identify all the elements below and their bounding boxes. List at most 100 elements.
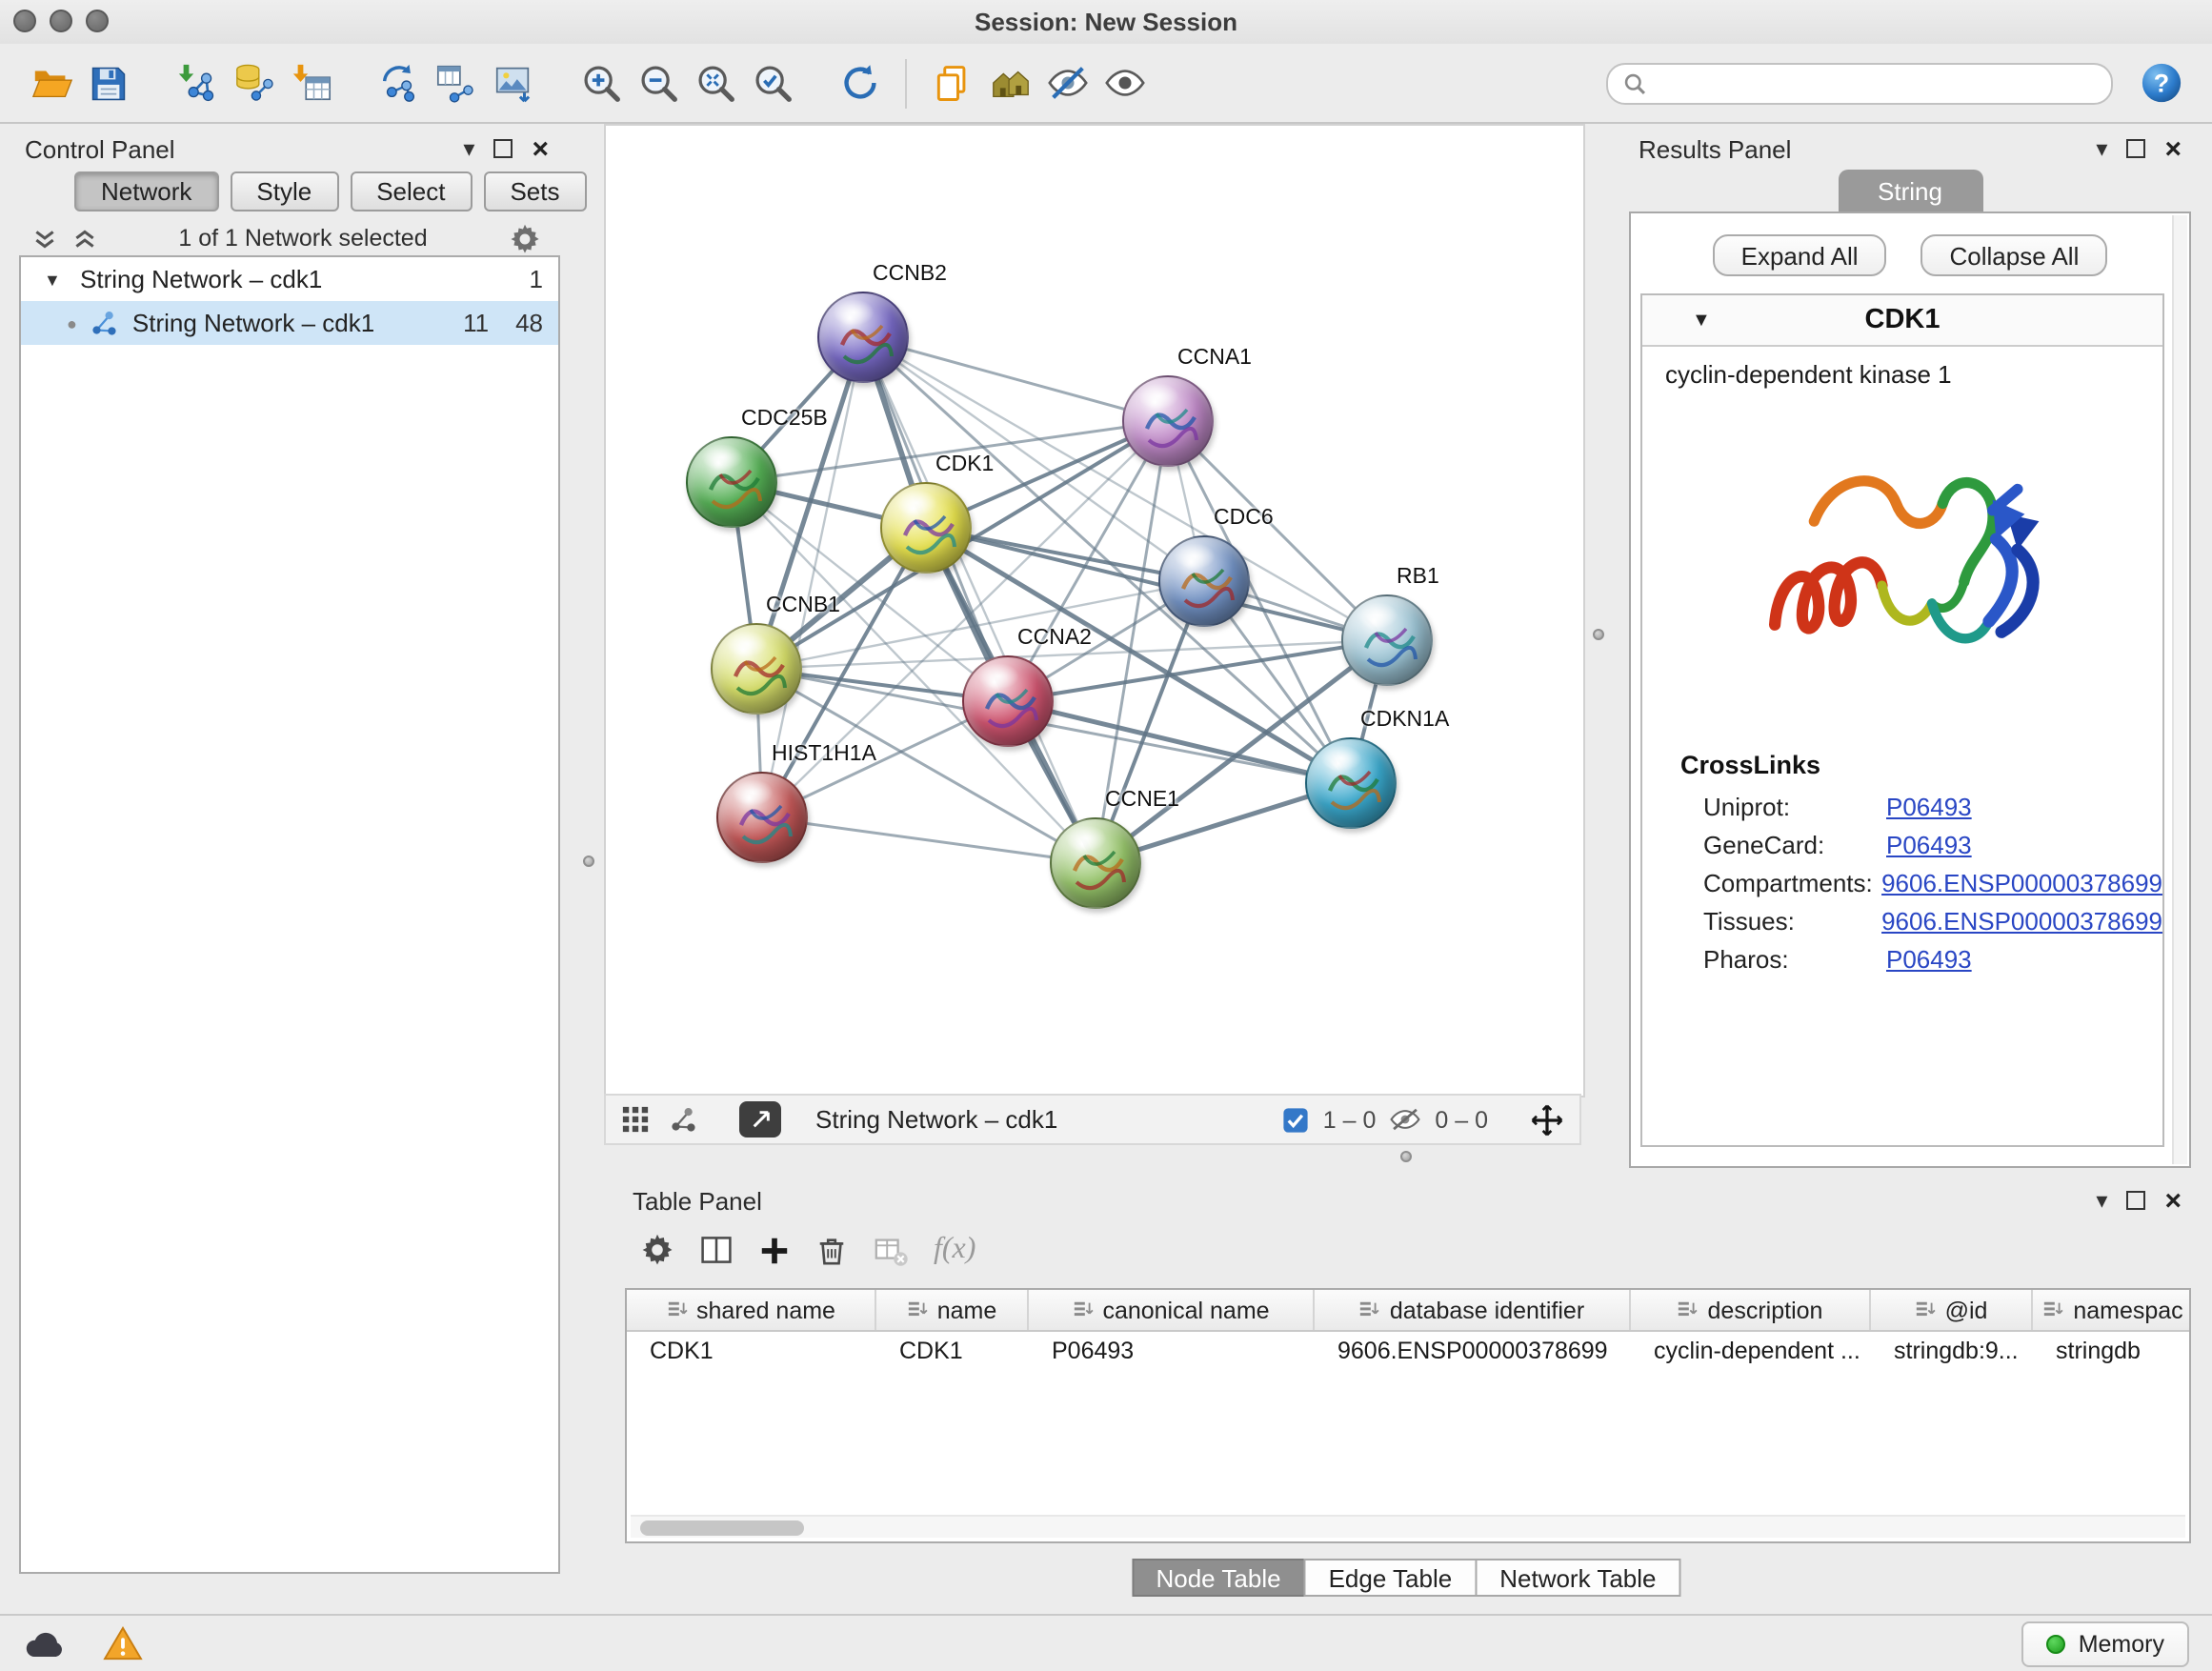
warning-status-icon[interactable] — [103, 1625, 143, 1661]
zoom-in-icon[interactable] — [572, 54, 629, 111]
network-node-ccna2[interactable] — [962, 655, 1054, 747]
cell-description[interactable]: cyclin-dependent ... — [1631, 1332, 1871, 1370]
panel-float-icon[interactable] — [2126, 1191, 2145, 1210]
network-node-ccnb2[interactable] — [817, 292, 909, 383]
column-header-namespace[interactable]: namespac — [2033, 1290, 2191, 1330]
open-session-icon[interactable] — [23, 54, 80, 111]
expand-all-button[interactable]: Expand All — [1713, 234, 1887, 276]
network-options-gear-icon[interactable] — [509, 222, 541, 254]
tab-network-table[interactable]: Network Table — [1475, 1559, 1680, 1597]
refresh-layout-icon[interactable] — [831, 54, 888, 111]
cell-shared-name[interactable]: CDK1 — [627, 1332, 876, 1370]
cell-namespace[interactable]: stringdb — [2033, 1332, 2191, 1370]
column-header-name[interactable]: name — [876, 1290, 1029, 1330]
tree-expanded-icon[interactable]: ▼ — [44, 270, 67, 289]
zoom-selected-icon[interactable] — [743, 54, 800, 111]
crosslink-uniprot-link[interactable]: P06493 — [1886, 792, 1972, 820]
network-node-ccne1[interactable] — [1050, 817, 1141, 909]
tab-string[interactable]: String — [1838, 170, 1982, 211]
crosslink-tissues-link[interactable]: 9606.ENSP00000378699 — [1881, 906, 2162, 935]
panel-close-icon[interactable]: × — [2164, 1186, 2182, 1215]
crosslink-compartments-link[interactable]: 9606.ENSP00000378699 — [1881, 868, 2162, 896]
left-splitter-handle[interactable] — [583, 856, 594, 867]
import-table-file-icon[interactable] — [282, 54, 339, 111]
collapse-all-networks-icon[interactable] — [32, 226, 57, 251]
protein-section-header[interactable]: ▼ CDK1 — [1642, 295, 2162, 347]
panel-menu-icon[interactable]: ▾ — [2096, 1189, 2107, 1212]
export-image-icon[interactable] — [484, 54, 541, 111]
network-canvas[interactable]: CCNB2CCNA1CDC25BCDK1CDC6RB1CCNB1CCNA2CDK… — [604, 124, 1585, 1097]
horizontal-splitter-handle[interactable] — [1400, 1151, 1412, 1162]
network-node-cdk1[interactable] — [880, 482, 972, 574]
panel-float-icon[interactable] — [493, 139, 513, 158]
right-splitter-handle[interactable] — [1593, 629, 1604, 640]
add-column-icon[interactable] — [758, 1234, 791, 1266]
pan-crosshair-icon[interactable] — [1530, 1102, 1564, 1137]
network-node-cdc6[interactable] — [1158, 535, 1250, 627]
panel-close-icon[interactable]: × — [2164, 134, 2182, 163]
memory-button[interactable]: Memory — [2021, 1621, 2189, 1666]
tab-network[interactable]: Network — [74, 171, 218, 211]
table-scrollbar-thumb[interactable] — [640, 1520, 804, 1535]
section-expanded-icon[interactable]: ▼ — [1692, 310, 1711, 331]
tab-style[interactable]: Style — [230, 171, 338, 211]
tab-sets[interactable]: Sets — [483, 171, 586, 211]
results-scrollbar[interactable] — [2172, 215, 2187, 1164]
hidden-elements-icon[interactable] — [1389, 1107, 1421, 1132]
save-session-icon[interactable] — [80, 54, 137, 111]
open-in-browser-button[interactable] — [739, 1101, 781, 1137]
hide-graphics-details-icon[interactable] — [1038, 54, 1096, 111]
import-network-file-icon[interactable] — [168, 54, 225, 111]
network-node-ccna1[interactable] — [1122, 375, 1214, 467]
copy-icon[interactable] — [924, 54, 981, 111]
search-input[interactable] — [1658, 68, 2096, 98]
column-header-canonical-name[interactable]: canonical name — [1029, 1290, 1315, 1330]
panel-menu-icon[interactable]: ▾ — [2096, 137, 2107, 160]
delete-column-icon[interactable] — [815, 1234, 848, 1266]
show-columns-icon[interactable] — [699, 1233, 734, 1267]
zoom-out-icon[interactable] — [629, 54, 686, 111]
crosslink-pharos-link[interactable]: P06493 — [1886, 944, 1972, 973]
network-node-hist1h1a[interactable] — [716, 772, 808, 863]
expand-all-networks-icon[interactable] — [72, 226, 97, 251]
network-share-icon[interactable] — [669, 1105, 697, 1134]
tab-node-table[interactable]: Node Table — [1131, 1559, 1305, 1597]
column-header-shared-name[interactable]: shared name — [627, 1290, 876, 1330]
tab-edge-table[interactable]: Edge Table — [1304, 1559, 1478, 1597]
close-window-button[interactable] — [13, 10, 36, 32]
search-icon — [1623, 71, 1646, 94]
birds-eye-view-icon[interactable] — [621, 1105, 650, 1134]
import-network-database-icon[interactable] — [225, 54, 282, 111]
cell-canonical-name[interactable]: P06493 — [1029, 1332, 1315, 1370]
zoom-window-button[interactable] — [86, 10, 109, 32]
table-row[interactable]: CDK1 CDK1 P06493 9606.ENSP00000378699 cy… — [627, 1332, 2189, 1370]
network-node-ccnb1[interactable] — [711, 623, 802, 715]
export-table-icon[interactable] — [427, 54, 484, 111]
export-network-icon[interactable] — [370, 54, 427, 111]
selected-nodes-checkbox-icon[interactable] — [1283, 1106, 1310, 1133]
cloud-status-icon[interactable] — [23, 1626, 69, 1661]
panel-close-icon[interactable]: × — [532, 134, 549, 163]
network-collection-row[interactable]: ▼ String Network – cdk1 1 — [21, 257, 558, 301]
column-header-database-identifier[interactable]: database identifier — [1315, 1290, 1631, 1330]
column-header-id[interactable]: @id — [1871, 1290, 2033, 1330]
cell-name[interactable]: CDK1 — [876, 1332, 1029, 1370]
network-node-cdc25b[interactable] — [686, 436, 777, 528]
column-header-description[interactable]: description — [1631, 1290, 1871, 1330]
table-options-gear-icon[interactable] — [640, 1233, 674, 1267]
crosslink-genecard-link[interactable]: P06493 — [1886, 830, 1972, 858]
help-icon[interactable]: ? — [2132, 54, 2189, 111]
panel-menu-icon[interactable]: ▾ — [463, 137, 474, 160]
network-node-cdkn1a[interactable] — [1305, 737, 1397, 829]
network-node-rb1[interactable] — [1341, 594, 1433, 686]
cell-database-identifier[interactable]: 9606.ENSP00000378699 — [1315, 1332, 1631, 1370]
cell-id[interactable]: stringdb:9... — [1871, 1332, 2033, 1370]
collapse-all-button[interactable]: Collapse All — [1921, 234, 2108, 276]
zoom-fit-icon[interactable] — [686, 54, 743, 111]
panel-float-icon[interactable] — [2126, 139, 2145, 158]
tab-select[interactable]: Select — [350, 171, 472, 211]
minimize-window-button[interactable] — [50, 10, 72, 32]
show-graphics-details-icon[interactable] — [1096, 54, 1153, 111]
network-row-selected[interactable]: ● String Network – cdk1 11 48 — [21, 301, 558, 345]
home-layouts-icon[interactable] — [981, 54, 1038, 111]
